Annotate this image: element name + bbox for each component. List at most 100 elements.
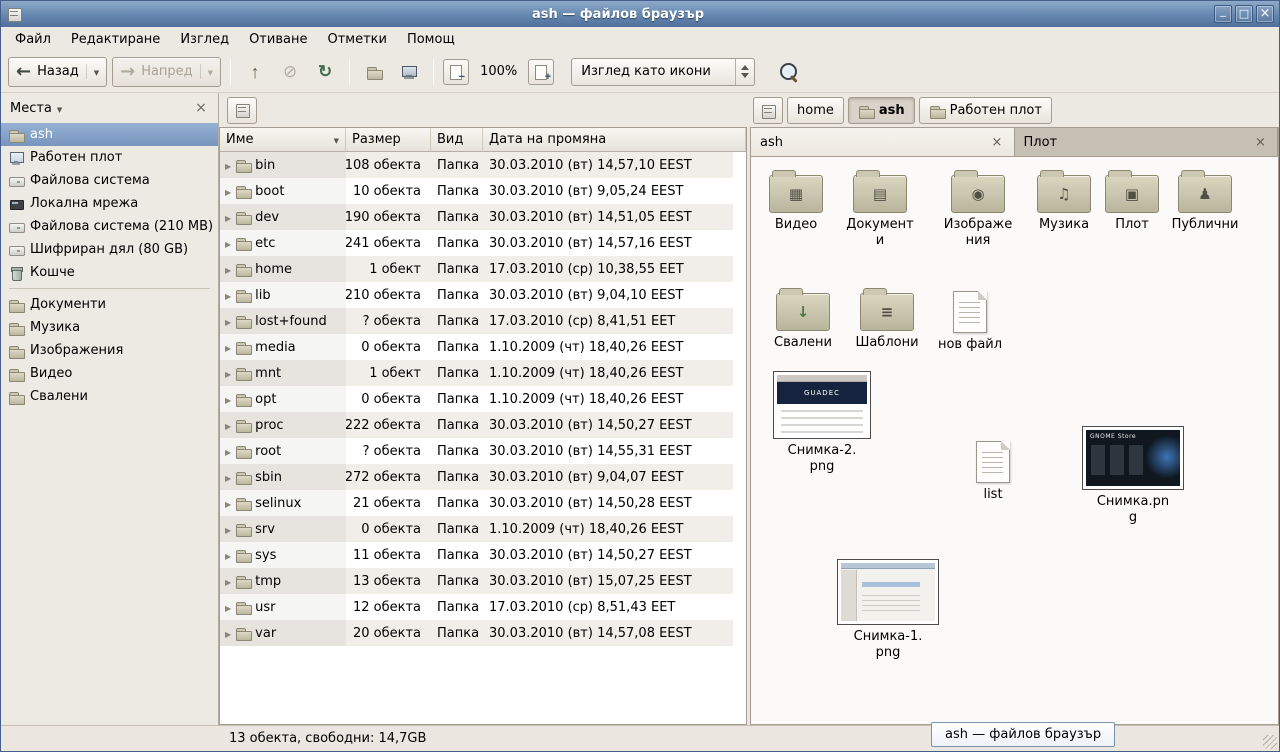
expander-icon[interactable] [225, 445, 231, 458]
expander-icon[interactable] [225, 367, 231, 380]
expander-icon[interactable] [225, 237, 231, 250]
pathbar-toggle-button[interactable] [227, 97, 257, 124]
breadcrumb-ash[interactable]: ash [848, 97, 915, 124]
place-item[interactable]: ash [1, 123, 218, 146]
place-item[interactable]: Файлова система [1, 169, 218, 192]
up-button[interactable] [240, 57, 270, 87]
file-row[interactable]: bin 108 обекта Папка 30.03.2010 (вт) 14,… [220, 152, 733, 178]
expander-icon[interactable] [225, 185, 231, 198]
place-item[interactable]: Музика [1, 316, 218, 339]
file-row[interactable]: tmp 13 обекта Папка 30.03.2010 (вт) 15,0… [220, 568, 733, 594]
expander-icon[interactable] [225, 627, 231, 640]
tab-desktop[interactable]: Плот [1015, 128, 1279, 156]
column-header-type[interactable]: Вид [431, 128, 483, 152]
menu-item[interactable]: Помощ [397, 29, 465, 50]
titlebar[interactable]: ash — файлов браузър [1, 1, 1279, 27]
icon-item-snimka[interactable]: GNOME Store Снимка.png [1078, 426, 1188, 526]
chevron-down-icon[interactable] [86, 64, 99, 79]
menu-item[interactable]: Редактиране [61, 29, 170, 50]
place-item[interactable]: Файлова система (210 MB) [1, 215, 218, 238]
pathbar-root-button[interactable] [753, 97, 783, 124]
tab-ash[interactable]: ash [751, 128, 1015, 156]
expander-icon[interactable] [225, 471, 231, 484]
expander-icon[interactable] [225, 601, 231, 614]
icon-item-snimka1[interactable]: Снимка-1.png [833, 559, 943, 661]
breadcrumb-home[interactable]: home [787, 97, 844, 124]
menu-item[interactable]: Изглед [170, 29, 239, 50]
icon-item-documents[interactable]: Документи [837, 169, 923, 249]
icon-item-pictures[interactable]: Изображения [935, 169, 1021, 249]
file-row[interactable]: dev 190 обекта Папка 30.03.2010 (вт) 14,… [220, 204, 733, 230]
places-selector[interactable]: Места [10, 101, 52, 116]
expander-icon[interactable] [225, 419, 231, 432]
file-row[interactable]: proc 222 обекта Папка 30.03.2010 (вт) 14… [220, 412, 733, 438]
file-row[interactable]: boot 10 обекта Папка 30.03.2010 (вт) 9,0… [220, 178, 733, 204]
file-row[interactable]: opt 0 обекта Папка 1.10.2009 (чт) 18,40,… [220, 386, 733, 412]
zoom-in-button[interactable] [528, 59, 554, 85]
file-row[interactable]: etc 241 обекта Папка 30.03.2010 (вт) 14,… [220, 230, 733, 256]
sidebar-close-button[interactable] [193, 100, 209, 116]
file-row[interactable]: lost+found ? обекта Папка 17.03.2010 (ср… [220, 308, 733, 334]
home-button[interactable] [359, 57, 389, 87]
file-row[interactable]: srv 0 обекта Папка 1.10.2009 (чт) 18,40,… [220, 516, 733, 542]
expander-icon[interactable] [225, 393, 231, 406]
menu-item[interactable]: Отиване [239, 29, 317, 50]
place-item[interactable]: Кошче [1, 261, 218, 284]
back-button[interactable]: Назад [8, 57, 107, 87]
file-row[interactable]: mnt 1 обект Папка 1.10.2009 (чт) 18,40,2… [220, 360, 733, 386]
close-button[interactable] [1256, 5, 1274, 23]
breadcrumb-desktop[interactable]: Работен плот [919, 97, 1052, 124]
icon-item-templates[interactable]: Шаблони [844, 287, 930, 351]
expander-icon[interactable] [225, 523, 231, 536]
view-mode-select[interactable]: Изглед като икони [571, 58, 755, 86]
icon-item-new-file[interactable]: нов файл [927, 287, 1013, 353]
zoom-out-button[interactable] [443, 59, 469, 85]
file-row[interactable]: root ? обекта Папка 30.03.2010 (вт) 14,5… [220, 438, 733, 464]
file-row[interactable]: selinux 21 обекта Папка 30.03.2010 (вт) … [220, 490, 733, 516]
spinner-arrows-icon[interactable] [735, 59, 754, 85]
expander-icon[interactable] [225, 289, 231, 302]
chevron-down-icon[interactable] [200, 64, 213, 79]
column-header-modified[interactable]: Дата на промяна [483, 128, 746, 152]
reload-button[interactable] [310, 57, 340, 87]
forward-button[interactable]: Напред [112, 57, 221, 87]
expander-icon[interactable] [225, 315, 231, 328]
tab-close-icon[interactable] [1253, 135, 1268, 150]
file-row[interactable]: media 0 обекта Папка 1.10.2009 (чт) 18,4… [220, 334, 733, 360]
place-item[interactable]: Локална мрежа [1, 192, 218, 215]
expander-icon[interactable] [225, 575, 231, 588]
expander-icon[interactable] [225, 549, 231, 562]
icon-item-public[interactable]: Публични [1162, 169, 1248, 233]
search-button[interactable] [774, 57, 804, 87]
menu-item[interactable]: Файл [5, 29, 61, 50]
expander-icon[interactable] [225, 341, 231, 354]
file-row[interactable]: lib 210 обекта Папка 30.03.2010 (вт) 9,0… [220, 282, 733, 308]
icon-item-list-file[interactable]: list [950, 437, 1036, 503]
file-row[interactable]: usr 12 обекта Папка 17.03.2010 (ср) 8,51… [220, 594, 733, 620]
stop-button[interactable] [275, 57, 305, 87]
file-row[interactable]: home 1 обект Папка 17.03.2010 (ср) 10,38… [220, 256, 733, 282]
expander-icon[interactable] [225, 211, 231, 224]
menu-item[interactable]: Отметки [317, 29, 396, 50]
icon-item-snimka2[interactable]: GUADEC Снимка-2.png [767, 371, 877, 475]
place-item[interactable]: Документи [1, 293, 218, 316]
expander-icon[interactable] [225, 497, 231, 510]
column-header-name[interactable]: Име [220, 128, 346, 152]
tab-close-icon[interactable] [990, 135, 1005, 150]
place-item[interactable]: Изображения [1, 339, 218, 362]
place-item[interactable]: Свалени [1, 385, 218, 408]
icon-item-downloads[interactable]: Свалени [760, 287, 846, 351]
maximize-button[interactable] [1235, 5, 1253, 23]
file-row[interactable]: sbin 272 обекта Папка 30.03.2010 (вт) 9,… [220, 464, 733, 490]
minimize-button[interactable] [1214, 5, 1232, 23]
computer-button[interactable] [394, 57, 424, 87]
file-row[interactable]: var 20 обекта Папка 30.03.2010 (вт) 14,5… [220, 620, 733, 646]
place-item[interactable]: Видео [1, 362, 218, 385]
column-header-size[interactable]: Размер [346, 128, 431, 152]
icon-item-video[interactable]: Видео [753, 169, 839, 233]
resize-grip[interactable] [1263, 735, 1277, 749]
expander-icon[interactable] [225, 159, 231, 172]
expander-icon[interactable] [225, 263, 231, 276]
place-item[interactable]: Шифриран дял (80 GB) [1, 238, 218, 261]
place-item[interactable]: Работен плот [1, 146, 218, 169]
